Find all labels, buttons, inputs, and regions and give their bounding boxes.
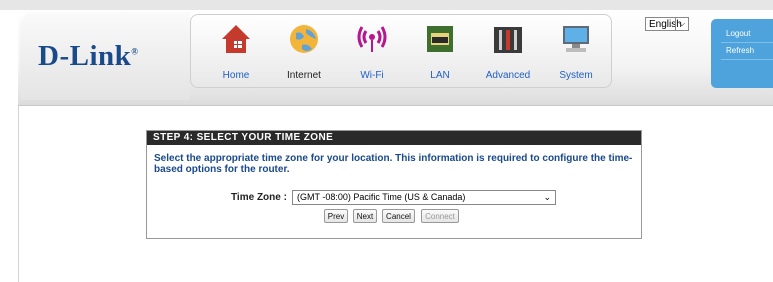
next-button[interactable]: Next [353,209,377,223]
nav-item-advanced[interactable]: Advanced [477,15,539,87]
language-select[interactable]: English ⌵ [645,17,689,31]
cancel-button[interactable]: Cancel [382,209,415,223]
chevron-down-icon: ⌵ [675,18,688,30]
nav-label-system: System [559,70,593,81]
dlink-logo: D-Link® [38,40,139,72]
time-zone-label: Time Zone : [231,192,287,203]
time-zone-row: Time Zone : (GMT -08:00) Pacific Time (U… [147,190,643,206]
side-divider [721,42,773,43]
globe-icon [290,25,318,53]
tools-icon [494,27,522,53]
nav-item-lan[interactable]: LAN [409,15,471,87]
wizard-panel: STEP 4: SELECT YOUR TIME ZONE Select the… [146,130,642,239]
top-strip [0,0,773,10]
time-zone-value: (GMT -08:00) Pacific Time (US & Canada) [297,192,466,202]
home-icon [222,25,250,53]
main-nav: Home Internet Wi-Fi LAN Advanced System [190,14,612,88]
nav-item-wifi[interactable]: Wi-Fi [341,15,403,87]
nav-item-internet[interactable]: Internet [273,15,335,87]
refresh-link[interactable]: Refresh [726,47,773,55]
nav-label-internet: Internet [287,70,321,81]
prev-button[interactable]: Prev [324,209,348,223]
side-menu: Logout Refresh [711,19,773,88]
nav-item-home[interactable]: Home [205,15,267,87]
nav-label-lan: LAN [430,70,450,81]
computer-icon [563,26,589,52]
side-divider [721,59,773,60]
logout-link[interactable]: Logout [726,30,773,38]
connect-button[interactable]: Connect [421,209,459,223]
time-zone-select[interactable]: (GMT -08:00) Pacific Time (US & Canada) … [292,190,556,205]
nav-item-system[interactable]: System [545,15,607,87]
nav-label-home: Home [222,70,250,81]
wizard-description: Select the appropriate time zone for you… [154,153,633,175]
lan-icon [427,26,453,52]
wifi-icon [357,26,387,52]
nav-label-wifi: Wi-Fi [360,70,384,81]
nav-label-advanced: Advanced [485,70,531,81]
wizard-title: STEP 4: SELECT YOUR TIME ZONE [147,131,641,145]
chevron-down-icon: ⌄ [543,192,551,202]
